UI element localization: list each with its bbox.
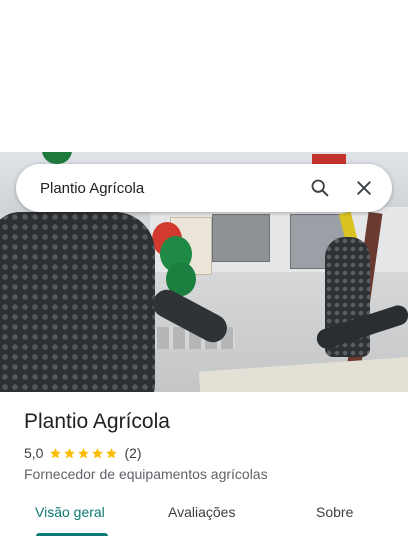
rating-stars xyxy=(49,447,119,460)
tab-bar: Visão geral Avaliações Sobre xyxy=(0,500,408,536)
map-blank-area xyxy=(0,0,408,152)
review-count[interactable]: (2) xyxy=(124,445,141,461)
star-icon xyxy=(50,447,62,458)
star-icon xyxy=(64,447,76,458)
active-tab-indicator xyxy=(36,533,108,536)
search-bar[interactable]: Plantio Agrícola xyxy=(16,164,392,212)
place-category: Fornecedor de equipamentos agrícolas xyxy=(24,466,268,482)
search-input[interactable]: Plantio Agrícola xyxy=(16,180,298,197)
rating-row[interactable]: 5,0 (2) xyxy=(24,445,142,461)
tab-reviews[interactable]: Avaliações xyxy=(168,504,235,520)
search-icon[interactable] xyxy=(298,164,342,212)
place-title: Plantio Agrícola xyxy=(24,410,170,433)
tab-overview[interactable]: Visão geral xyxy=(35,504,105,520)
rating-value: 5,0 xyxy=(24,445,44,461)
tab-about[interactable]: Sobre xyxy=(316,504,353,520)
close-icon[interactable] xyxy=(342,164,386,212)
star-icon xyxy=(78,447,90,458)
star-icon xyxy=(106,447,118,458)
star-icon xyxy=(92,447,104,458)
